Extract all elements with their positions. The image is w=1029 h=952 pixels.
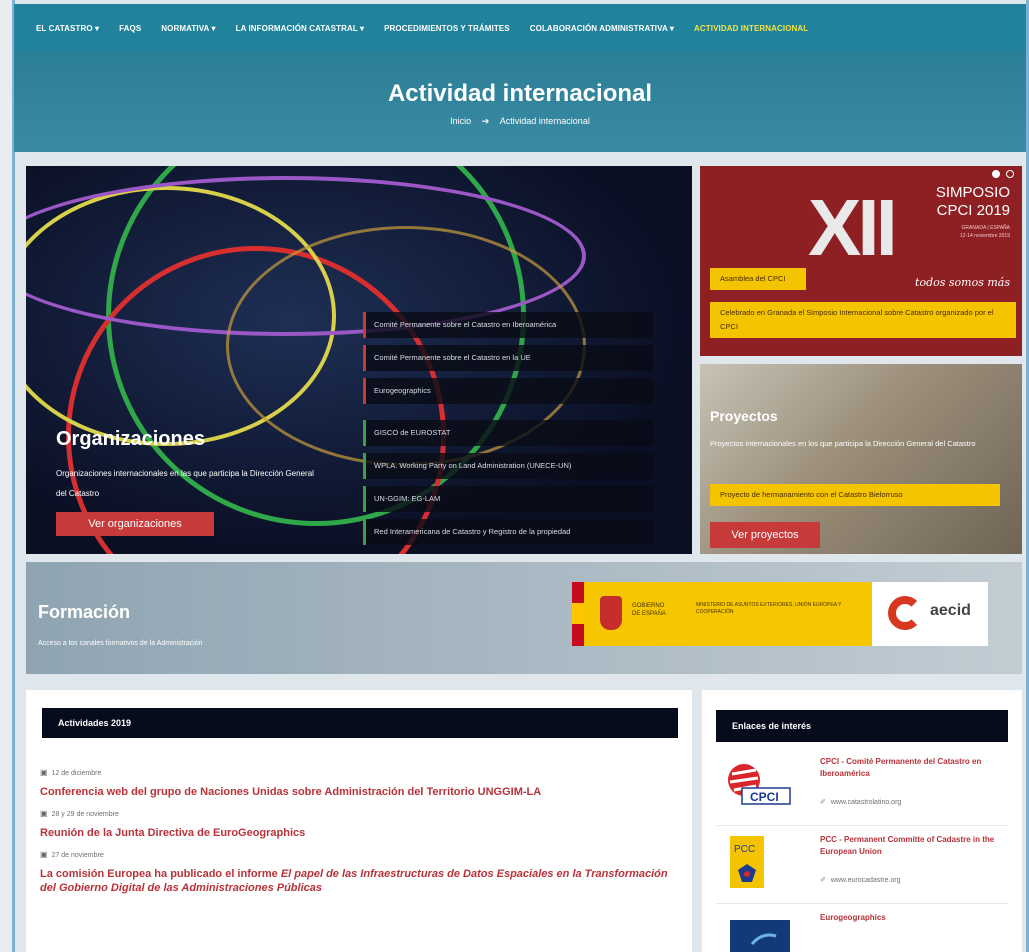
activity-date: 28 y 29 de noviembre xyxy=(40,809,680,818)
simposio-subtitle: GRANADA | ESPAÑA 12-14 noviembre 2019 xyxy=(960,224,1010,240)
nav-procedimientos[interactable]: PROCEDIMIENTOS Y TRÁMITES xyxy=(384,24,510,33)
simposio-dates: 12-14 noviembre 2019 xyxy=(959,233,1010,239)
organizaciones-title: Organizaciones xyxy=(56,428,205,450)
organizaciones-description: Organizaciones internacionales en las qu… xyxy=(56,469,314,498)
nav-actividad-internacional[interactable]: ACTIVIDAD INTERNACIONAL xyxy=(694,24,808,33)
org-item-un-ggim[interactable]: UN-GGIM: EG-LAM xyxy=(363,486,653,512)
ministerio-text: MINISTERIO DE ASUNTOS EXTERIORES, UNIÓN … xyxy=(696,602,842,615)
enlace-name[interactable]: PCC - Permanent Committe of Cadastre in … xyxy=(820,834,1006,858)
breadcrumb-current: Actividad internacional xyxy=(499,116,590,126)
formacion-title: Formación xyxy=(38,602,131,622)
hero-banner: Actividad internacional Inicio ➔ Activid… xyxy=(14,52,1026,152)
proyectos-title: Proyectos xyxy=(710,408,778,424)
proyecto-hermanamiento-link[interactable]: Proyecto de hermanamiento con el Catastr… xyxy=(710,484,1000,506)
carousel-dot[interactable] xyxy=(992,170,1000,178)
aecid-logo: aecid xyxy=(872,582,988,646)
org-item-red-interamericana[interactable]: Red Interamericana de Catastro y Registr… xyxy=(363,519,653,545)
proyectos-panel: Proyectos Proyectos internacionales en l… xyxy=(700,364,1022,554)
spain-flag-icon xyxy=(572,582,584,646)
nav-normativa[interactable]: NORMATIVA ▾ xyxy=(161,24,215,33)
gobierno-line1: GOBIERNO xyxy=(632,603,665,609)
enlace-name[interactable]: Eurogeographics xyxy=(820,912,1006,924)
gobierno-line2: DE ESPAÑA xyxy=(632,611,666,617)
enlace-item-pcc[interactable]: PCC PCC - Permanent Committe of Cadastre… xyxy=(716,828,1008,904)
proyectos-description: Proyectos internacionales en los que par… xyxy=(710,439,976,448)
enlace-name[interactable]: CPCI - Comité Permanente del Catastro en… xyxy=(820,756,1006,780)
enlace-item-eurogeographics[interactable]: Eurogeographics xyxy=(716,906,1008,952)
svg-text:PCC: PCC xyxy=(734,844,755,855)
activity-date: 27 de noviembre xyxy=(40,850,680,859)
activity-title-link[interactable]: Reunión de la Junta Directiva de EuroGeo… xyxy=(40,826,680,840)
actividades-section: Actividades 2019 12 de diciembre Confere… xyxy=(26,690,692,952)
asamblea-cpci-link[interactable]: Asamblea del CPCI xyxy=(710,268,806,290)
nav-faqs[interactable]: FAQS xyxy=(119,24,141,33)
cpci-logo-icon: CPCI xyxy=(728,764,791,805)
carousel-dot[interactable] xyxy=(1006,170,1014,178)
org-item-wpla[interactable]: WPLA. Working Party on Land Administrati… xyxy=(363,453,653,479)
nav-colaboracion[interactable]: COLABORACIÓN ADMINISTRATIVA ▾ xyxy=(530,24,674,33)
simposio-motto: todos somos más xyxy=(915,276,1010,289)
simposio-panel: XII SIMPOSIO CPCI 2019 GRANADA | ESPAÑA … xyxy=(700,166,1022,356)
eurogeographics-logo-icon xyxy=(730,920,790,952)
formacion-description: Acceso a los canales formativos de la Ad… xyxy=(38,640,203,647)
breadcrumb: Inicio ➔ Actividad internacional xyxy=(14,116,1026,127)
enlace-url[interactable]: www.catastrolatino.org xyxy=(820,798,901,806)
ver-organizaciones-button[interactable]: Ver organizaciones xyxy=(56,512,214,536)
organizaciones-list: Comité Permanente sobre el Catastro en I… xyxy=(363,312,653,552)
page-title: Actividad internacional xyxy=(387,80,653,107)
nav-informacion-catastral[interactable]: LA INFORMACIÓN CATASTRAL ▾ xyxy=(236,24,365,33)
actividades-heading: Actividades 2019 xyxy=(42,708,678,738)
org-item-pcc[interactable]: Comité Permanente sobre el Catastro en l… xyxy=(363,345,653,371)
activity-title-link[interactable]: Conferencia web del grupo de Naciones Un… xyxy=(40,785,680,799)
simposio-name-line1: SIMPOSIO xyxy=(935,184,1010,201)
aecid-c-icon xyxy=(888,596,922,630)
activity-title-prefix: La comisión Europea ha publicado el info… xyxy=(40,868,281,880)
simposio-name: SIMPOSIO CPCI 2019 xyxy=(936,184,1010,220)
formacion-panel[interactable]: Formación Acceso a los canales formativo… xyxy=(26,562,1022,674)
enlace-url[interactable]: www.eurocadastre.org xyxy=(820,876,901,884)
gobierno-espana-logo: GOBIERNO DE ESPAÑA MINISTERIO DE ASUNTOS… xyxy=(572,582,872,646)
gobierno-text: GOBIERNO DE ESPAÑA xyxy=(632,602,680,618)
svg-text:CPCI: CPCI xyxy=(750,790,779,804)
arrow-right-icon: ➔ xyxy=(481,116,490,126)
simposio-name-line2: CPCI 2019 xyxy=(936,202,1010,219)
aecid-text: aecid xyxy=(930,602,971,619)
coat-of-arms-icon xyxy=(600,596,622,630)
ver-proyectos-button[interactable]: Ver proyectos xyxy=(710,522,820,548)
main-nav: EL CATASTRO ▾ FAQS NORMATIVA ▾ LA INFORM… xyxy=(14,4,1026,52)
org-item-gisco[interactable]: GISCO de EUROSTAT xyxy=(363,420,653,446)
enlaces-section: Enlaces de interés CPCI CPCI - Comité Pe… xyxy=(702,690,1022,952)
enlace-item-cpci[interactable]: CPCI CPCI - Comité Permanente del Catast… xyxy=(716,750,1008,826)
pcc-logo-icon: PCC xyxy=(730,836,764,888)
breadcrumb-home[interactable]: Inicio xyxy=(450,116,471,126)
enlaces-heading: Enlaces de interés xyxy=(716,710,1008,742)
simposio-location: GRANADA | ESPAÑA xyxy=(961,225,1010,231)
organizaciones-panel: Organizaciones Organizaciones internacio… xyxy=(26,166,692,554)
simposio-numeral: XII xyxy=(808,183,898,272)
actividades-list: 12 de diciembre Conferencia web del grup… xyxy=(40,768,680,905)
nav-el-catastro[interactable]: EL CATASTRO ▾ xyxy=(36,24,99,33)
org-item-cpci[interactable]: Comité Permanente sobre el Catastro en I… xyxy=(363,312,653,338)
activity-title-link[interactable]: La comisión Europea ha publicado el info… xyxy=(40,867,680,895)
simposio-celebrado-link[interactable]: Celebrado en Granada el Simposio Interna… xyxy=(710,302,1016,338)
activity-date: 12 de diciembre xyxy=(40,768,680,777)
org-item-eurogeographics[interactable]: Eurogeographics xyxy=(363,378,653,404)
